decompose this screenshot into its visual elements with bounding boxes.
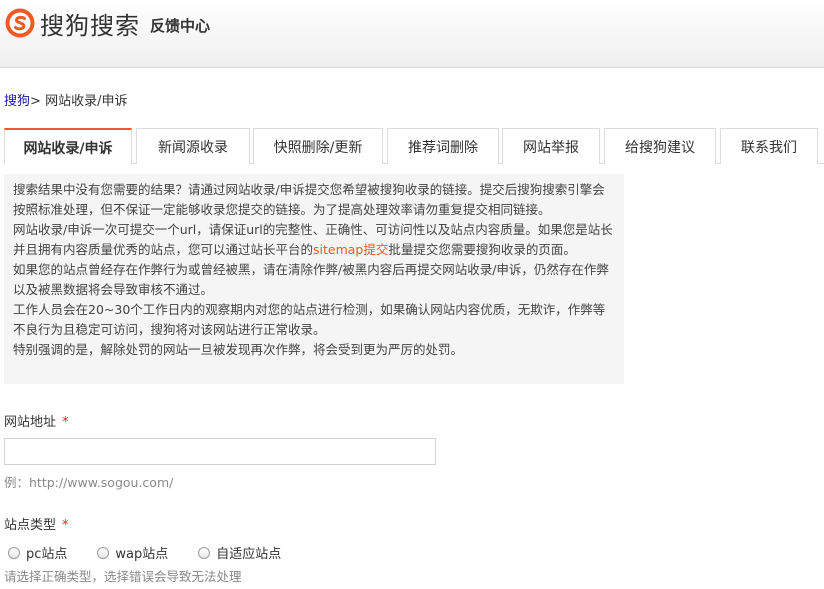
tab-site-submit[interactable]: 网站收录/申诉 (4, 128, 132, 165)
tab-contact-us[interactable]: 联系我们 (720, 128, 818, 164)
required-mark: * (62, 518, 69, 533)
url-input[interactable] (4, 438, 436, 465)
breadcrumb-separator: > (30, 94, 41, 109)
notice-paragraph: 工作人员会在20~30个工作日内的观察期内对您的站点进行检测，如果确认网站内容优… (13, 302, 606, 337)
sitemap-submit-link[interactable]: sitemap提交 (313, 242, 388, 257)
breadcrumb-home-link[interactable]: 搜狗 (4, 94, 30, 109)
radio-wap-site[interactable]: wap站点 (97, 543, 168, 562)
logo-text: 搜狗搜索 (40, 11, 140, 40)
tab-suggest-word-delete[interactable]: 推荐词删除 (387, 128, 499, 164)
notice-paragraph: 特别强调的是，解除处罚的网站一旦被发现再次作弊，将会受到更为严厉的处罚。 (13, 342, 464, 357)
radio-adaptive-site[interactable]: 自适应站点 (198, 543, 281, 562)
sogou-logo-icon (5, 8, 35, 38)
breadcrumb-current: 网站收录/申诉 (45, 94, 128, 109)
required-mark: * (62, 415, 69, 430)
radio-circle-icon[interactable] (8, 546, 20, 559)
radio-circle-icon[interactable] (97, 546, 110, 559)
site-header: 搜狗搜索 反馈中心 (0, 0, 824, 68)
notice-paragraph: 搜索结果中没有您需要的结果？请通过网站收录/申诉提交您希望被搜狗收录的链接。提交… (13, 182, 605, 217)
tab-suggestion[interactable]: 给搜狗建议 (604, 128, 716, 164)
notice-box: 搜索结果中没有您需要的结果？请通过网站收录/申诉提交您希望被搜狗收录的链接。提交… (4, 174, 624, 384)
breadcrumb: 搜狗> 网站收录/申诉 (4, 90, 127, 109)
tab-snapshot-delete[interactable]: 快照删除/更新 (253, 128, 383, 164)
radio-pc-site[interactable]: pc站点 (8, 543, 67, 562)
notice-paragraph: 如果您的站点曾经存在作弊行为或曾经被黑，请在清除作弊/被黑内容后再提交网站收录/… (13, 262, 609, 297)
notice-paragraph: 网站收录/申诉一次可提交一个url，请保证url的完整性、正确性、可访问性以及站… (13, 222, 613, 257)
tab-site-report[interactable]: 网站举报 (502, 128, 600, 164)
tab-bar: 网站收录/申诉 新闻源收录 快照删除/更新 推荐词删除 网站举报 给搜狗建议 联… (4, 128, 824, 165)
header-subtitle: 反馈中心 (150, 17, 211, 35)
sogou-logo[interactable]: 搜狗搜索 反馈中心 (4, 8, 211, 40)
url-label: 网站地址 * (4, 415, 69, 430)
url-hint: 例：http://www.sogou.com/ (4, 475, 174, 490)
radio-circle-icon[interactable] (198, 546, 211, 559)
tab-news-source[interactable]: 新闻源收录 (136, 128, 250, 164)
site-type-label: 站点类型 * (4, 518, 69, 533)
site-type-radio-group: pc站点 wap站点 自适应站点 (8, 543, 311, 562)
site-type-hint: 请选择正确类型，选择错误会导致无法处理 (4, 569, 242, 584)
